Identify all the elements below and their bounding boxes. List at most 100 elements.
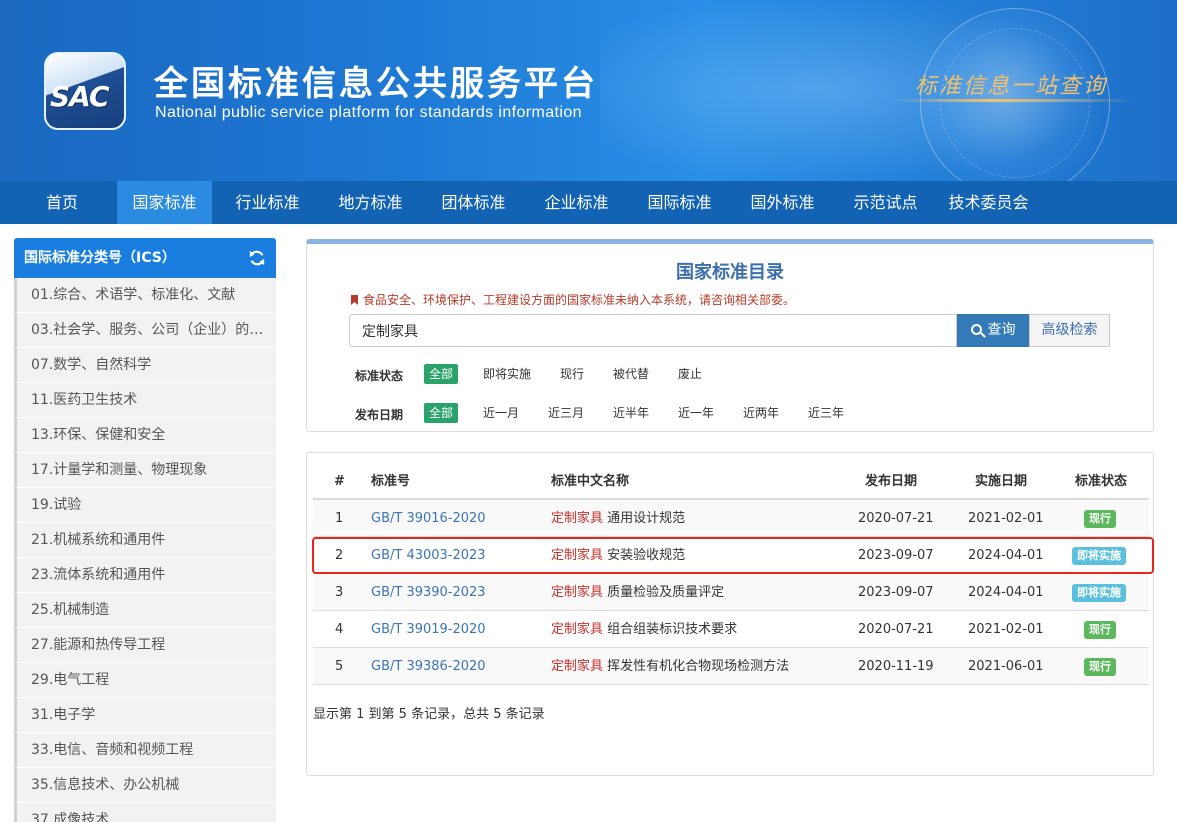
date-filter-3m[interactable]: 近三月 [543, 403, 589, 423]
date-filter-2y[interactable]: 近两年 [738, 403, 784, 423]
standard-code-link[interactable]: GB/T 39019-2020 [371, 611, 486, 648]
status-filter-upcoming[interactable]: 即将实施 [478, 364, 536, 384]
table-row: 5 GB/T 39386-2020 定制家具 挥发性有机化合物现场检测方法 20… [313, 648, 1149, 685]
slogan-underline [895, 99, 1135, 102]
pub-date: 2023-09-07 [858, 585, 934, 600]
search-input[interactable] [349, 314, 957, 347]
impl-date: 2021-02-01 [968, 622, 1044, 637]
date-filter-6m[interactable]: 近半年 [608, 403, 654, 423]
pub-date: 2020-07-21 [858, 511, 934, 526]
sidebar-item[interactable]: 19.试验 [14, 488, 276, 523]
status-filter-label: 标准状态 [355, 369, 404, 383]
date-filter-1y[interactable]: 近一年 [673, 403, 719, 423]
sidebar-header: 国际标准分类号（ICS） [14, 238, 276, 278]
standard-code-link[interactable]: GB/T 39016-2020 [371, 500, 486, 537]
date-filter-all[interactable]: 全部 [424, 403, 459, 423]
status-filter-current[interactable]: 现行 [555, 364, 589, 384]
results-panel: # 标准号 标准中文名称 发布日期 实施日期 标准状态 1 GB/T 39016… [306, 452, 1154, 776]
notice: 食品安全、环境保护、工程建设方面的国家标准未纳入本系统，请咨询相关部委。 [351, 291, 795, 308]
col-pub-date[interactable]: 发布日期 [865, 463, 917, 500]
impl-date: 2024-04-01 [968, 548, 1044, 563]
status-badge: 现行 [1084, 621, 1116, 639]
nav-item-group[interactable]: 团体标准 [426, 181, 521, 224]
refresh-icon[interactable] [248, 249, 266, 267]
sidebar-item[interactable]: 29.电气工程 [14, 663, 276, 698]
nav-item-national[interactable]: 国家标准 [117, 181, 212, 224]
nav-item-home[interactable]: 首页 [30, 181, 94, 224]
sidebar-item[interactable]: 37.成像技术 [14, 803, 276, 822]
status-filter-abolished[interactable]: 废止 [673, 364, 707, 384]
notice-text: 食品安全、环境保护、工程建设方面的国家标准未纳入本系统，请咨询相关部委。 [363, 293, 796, 307]
status-badge: 现行 [1084, 510, 1116, 528]
sidebar-item[interactable]: 21.机械系统和通用件 [14, 523, 276, 558]
row-num: 2 [335, 548, 344, 563]
sac-logo[interactable]: SAC [44, 52, 126, 130]
col-num: # [334, 474, 345, 489]
col-status[interactable]: 标准状态 [1075, 463, 1127, 500]
standard-name[interactable]: 定制家具 安装验收规范 [551, 537, 685, 574]
col-code[interactable]: 标准号 [371, 463, 410, 500]
status-filter-all[interactable]: 全部 [424, 364, 459, 384]
sidebar-item[interactable]: 23.流体系统和通用件 [14, 558, 276, 593]
standard-code-link[interactable]: GB/T 43003-2023 [371, 537, 486, 574]
nav-item-international[interactable]: 国际标准 [632, 181, 727, 224]
status-badge: 现行 [1084, 658, 1116, 676]
sidebar-item[interactable]: 13.环保、保健和安全 [14, 418, 276, 453]
slogan: 标准信息一站查询 [915, 74, 1108, 99]
row-num: 4 [335, 622, 344, 637]
standard-code-link[interactable]: GB/T 39386-2020 [371, 648, 486, 685]
pub-date: 2020-11-19 [858, 659, 934, 674]
standard-name[interactable]: 定制家具 组合组装标识技术要求 [551, 611, 737, 648]
table-row: 4 GB/T 39019-2020 定制家具 组合组装标识技术要求 2020-0… [313, 611, 1149, 648]
site-title: 全国标准信息公共服务平台 [154, 64, 598, 104]
pagination-summary: 显示第 1 到第 5 条记录，总共 5 条记录 [313, 707, 545, 722]
search-icon [970, 324, 982, 335]
sidebar-title: 国际标准分类号（ICS） [24, 250, 176, 266]
date-filter-3y[interactable]: 近三年 [803, 403, 849, 423]
sidebar-item[interactable]: 17.计量学和测量、物理现象 [14, 453, 276, 488]
status-badge: 即将实施 [1072, 547, 1126, 565]
search-panel: 国家标准目录 食品安全、环境保护、工程建设方面的国家标准未纳入本系统，请咨询相关… [306, 239, 1154, 432]
table-row: 2 GB/T 43003-2023 定制家具 安装验收规范 2023-09-07… [313, 537, 1149, 574]
impl-date: 2021-06-01 [968, 659, 1044, 674]
panel-title: 国家标准目录 [676, 262, 784, 283]
standard-name[interactable]: 定制家具 挥发性有机化合物现场检测方法 [551, 648, 789, 685]
sidebar-item[interactable]: 31.电子学 [14, 698, 276, 733]
standard-code-link[interactable]: GB/T 39390-2023 [371, 574, 486, 611]
nav-item-local[interactable]: 地方标准 [323, 181, 418, 224]
search-button[interactable]: 查询 [957, 314, 1029, 347]
sidebar-item[interactable]: 07.数学、自然科学 [14, 348, 276, 383]
nav-item-enterprise[interactable]: 企业标准 [529, 181, 624, 224]
standard-name[interactable]: 定制家具 通用设计规范 [551, 500, 685, 537]
table-row: 1 GB/T 39016-2020 定制家具 通用设计规范 2020-07-21… [313, 500, 1149, 537]
globe-orbit-decoration [940, 28, 1090, 178]
col-name[interactable]: 标准中文名称 [551, 463, 629, 500]
advanced-search-button[interactable]: 高级检索 [1029, 314, 1110, 347]
sidebar-item[interactable]: 01.综合、术语学、标准化、文献 [14, 278, 276, 313]
date-filter-label: 发布日期 [355, 408, 404, 422]
standard-name[interactable]: 定制家具 质量检验及质量评定 [551, 574, 724, 611]
row-num: 5 [335, 659, 344, 674]
nav-item-committee[interactable]: 技术委员会 [941, 181, 1036, 224]
header-banner: SAC 全国标准信息公共服务平台 National public service… [0, 0, 1177, 181]
nav-item-pilot[interactable]: 示范试点 [838, 181, 933, 224]
status-filter-replaced[interactable]: 被代替 [608, 364, 654, 384]
nav-item-foreign[interactable]: 国外标准 [735, 181, 830, 224]
main-nav: 首页 国家标准 行业标准 地方标准 团体标准 企业标准 国际标准 国外标准 示范… [0, 181, 1177, 224]
site-subtitle: National public service platform for sta… [155, 104, 582, 121]
table-row: 3 GB/T 39390-2023 定制家具 质量检验及质量评定 2023-09… [313, 574, 1149, 611]
date-filter-1m[interactable]: 近一月 [478, 403, 524, 423]
nav-item-industry[interactable]: 行业标准 [220, 181, 315, 224]
row-num: 1 [335, 511, 344, 526]
sidebar-item[interactable]: 25.机械制造 [14, 593, 276, 628]
impl-date: 2024-04-01 [968, 585, 1044, 600]
col-impl-date[interactable]: 实施日期 [975, 463, 1027, 500]
sidebar-item[interactable]: 03.社会学、服务、公司（企业）的组织和管理、行政、运输 [14, 313, 276, 348]
sidebar-item[interactable]: 35.信息技术、办公机械 [14, 768, 276, 803]
sidebar-item[interactable]: 33.电信、音频和视频工程 [14, 733, 276, 768]
sidebar-item[interactable]: 11.医药卫生技术 [14, 383, 276, 418]
sidebar-item[interactable]: 27.能源和热传导工程 [14, 628, 276, 663]
bookmark-icon [351, 295, 358, 305]
impl-date: 2021-02-01 [968, 511, 1044, 526]
pub-date: 2020-07-21 [858, 622, 934, 637]
